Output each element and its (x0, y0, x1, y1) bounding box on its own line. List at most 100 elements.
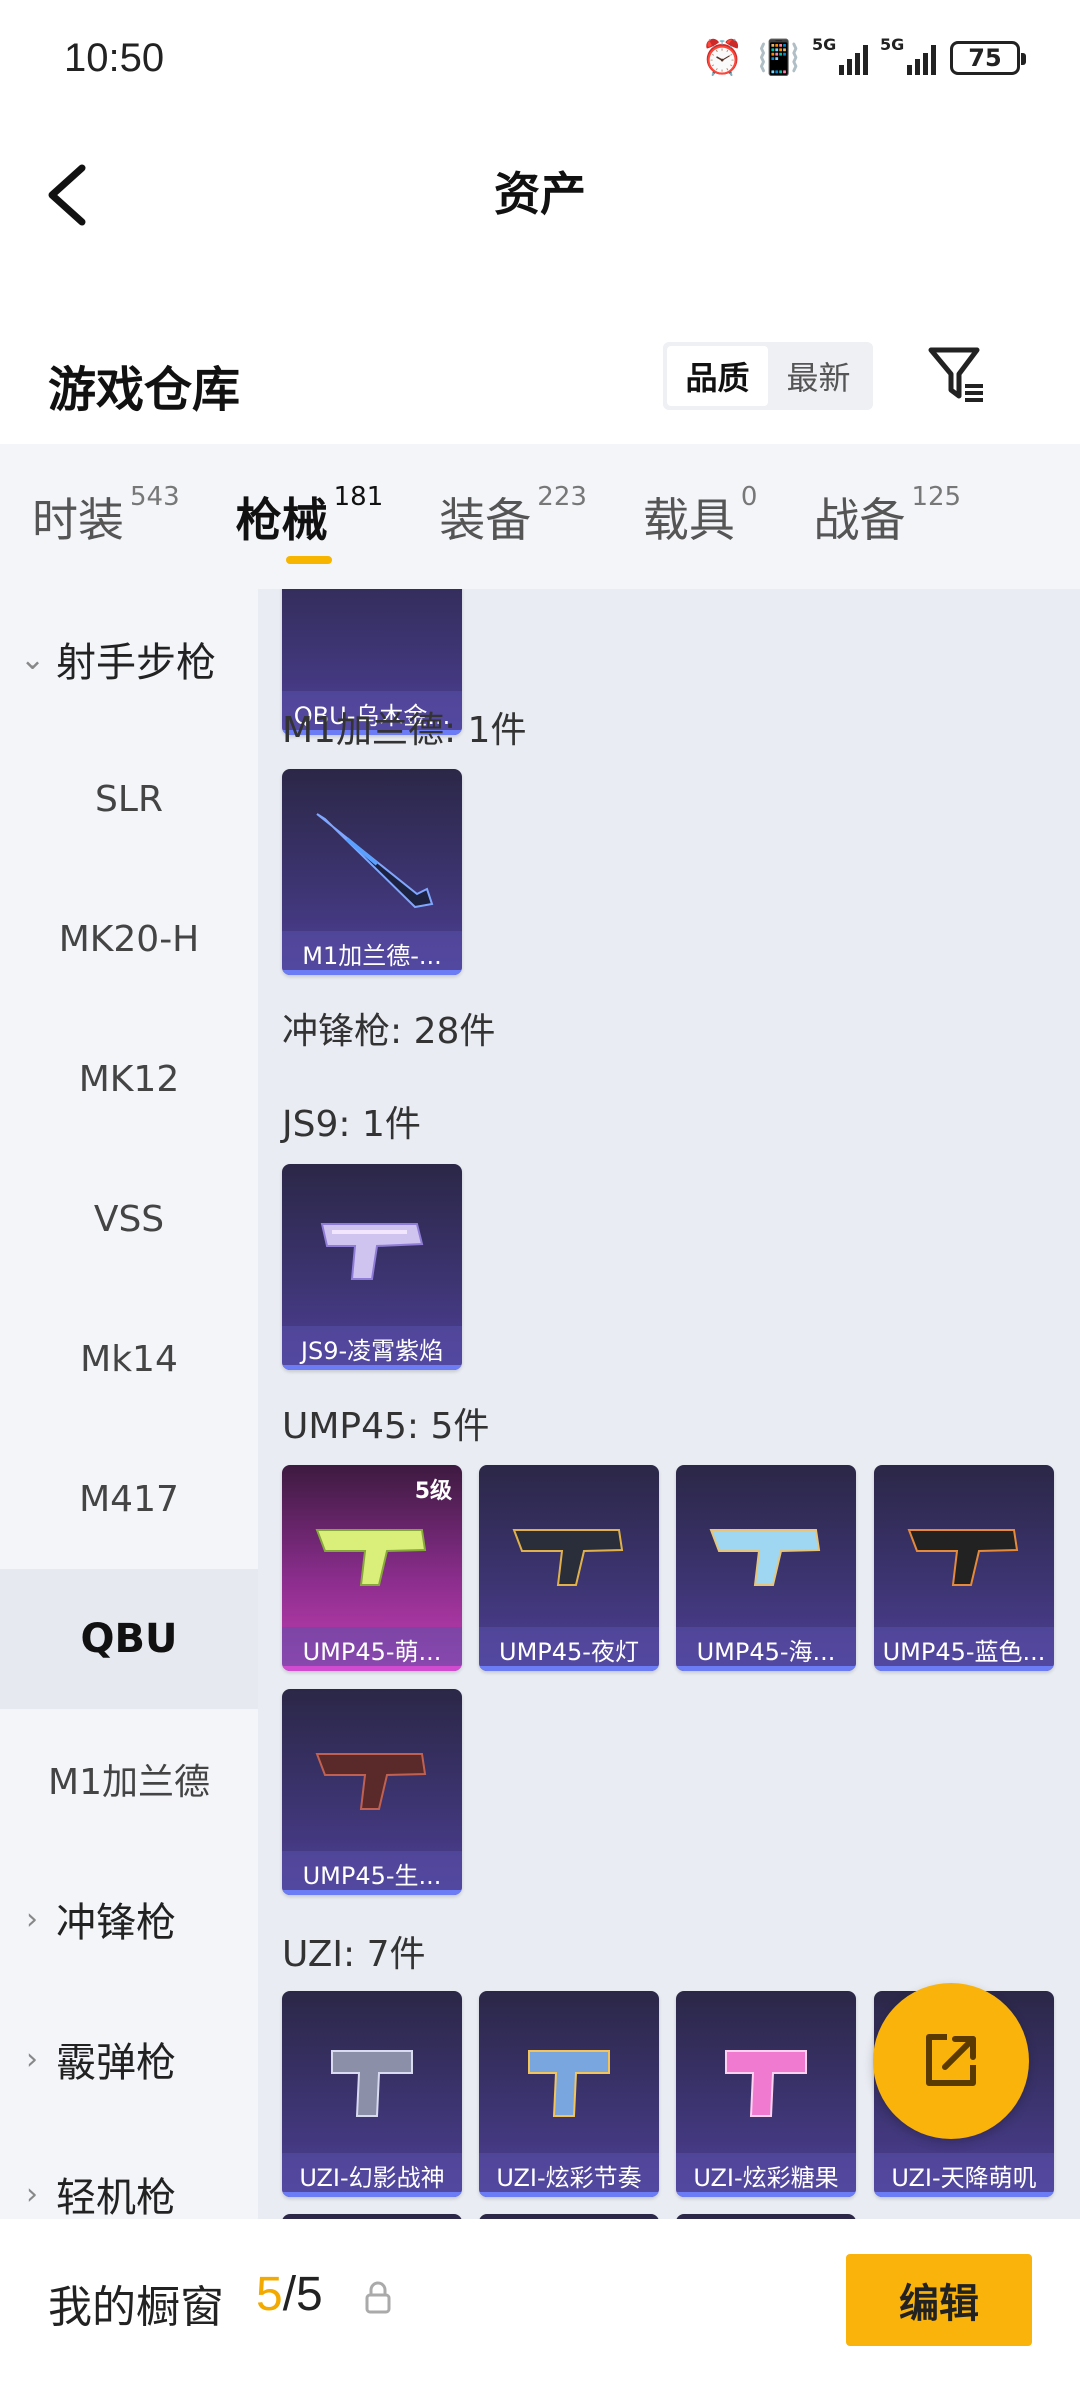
weapon-list: QBU-乌木金... M1加兰德: 1件 M1加兰德-... 冲锋枪: 28件 … (258, 589, 1080, 2219)
rarity-bar (282, 970, 462, 975)
weapon-card-name: UMP45-海... (676, 1627, 856, 1671)
weapon-card-name: UZI-幻影战神 (282, 2153, 462, 2197)
weapon-card-ump45[interactable]: UMP45-海... (676, 1465, 856, 1671)
status-time: 10:50 (64, 36, 165, 80)
tab-count: 181 (333, 482, 384, 512)
signal-icon: 5G (880, 35, 936, 75)
battery-level: 75 (968, 44, 1002, 72)
warehouse-header: 游戏仓库 品质 最新 (0, 320, 1080, 440)
smg-icon (331, 2050, 413, 2117)
smg-icon (512, 1529, 624, 1586)
weapon-card-name: UMP45-萌... (282, 1627, 462, 1671)
weapon-card-ump45[interactable]: UMP45-夜灯 (479, 1465, 659, 1671)
battery-icon: 75 (950, 41, 1026, 75)
active-tab-indicator (285, 556, 332, 564)
category-tabs: 时装 543 枪械 181 装备 223 载具 0 战备 125 (0, 444, 1080, 589)
tab-count: 125 (911, 482, 962, 512)
weapon-card-name: UMP45-生... (282, 1851, 462, 1895)
smg-icon (907, 1529, 1019, 1586)
share-icon (926, 2034, 976, 2086)
sidebar-item-mk12[interactable]: MK12 (0, 1009, 258, 1149)
showcase-label: 我的橱窗 (48, 2282, 224, 2333)
sidebar-item-m1-garand[interactable]: M1加兰德 (0, 1709, 258, 1849)
sidebar-item-mk14[interactable]: Mk14 (0, 1289, 258, 1429)
chevron-right-icon: › (26, 2176, 38, 2212)
weapon-card-uzi[interactable]: UZI-炫彩糖果 (676, 1991, 856, 2197)
tab-label: 战备 (813, 493, 906, 547)
sidebar-item-slr[interactable]: SLR (0, 729, 258, 869)
tab-label: 时装 (32, 493, 124, 547)
weapon-card-name: UMP45-夜灯 (479, 1627, 659, 1671)
sidebar-group-label: 霰弹枪 (56, 2040, 176, 2086)
tab-firearms[interactable]: 枪械 181 (235, 482, 384, 564)
tab-supplies[interactable]: 战备 125 (813, 482, 962, 550)
sidebar-group-label: 射手步枪 (56, 640, 216, 686)
weapon-card-ump45[interactable]: 5级 UMP45-萌... (282, 1465, 462, 1671)
chevron-right-icon: › (26, 2041, 38, 2077)
showcase-total: /5 (282, 2268, 323, 2321)
weapon-card-uzi[interactable]: UZI-幻影战神 (282, 1991, 462, 2197)
sidebar-group-label: 轻机枪 (56, 2175, 176, 2219)
lock-icon (365, 2281, 391, 2314)
sidebar-item-m417[interactable]: M417 (0, 1429, 258, 1569)
tab-count: 223 (537, 482, 587, 512)
sort-newest-option[interactable]: 最新 (768, 346, 869, 406)
status-bar: 10:50 ⏰ 📳 5G 5G 75 (0, 0, 1080, 120)
sidebar-item-mk20h[interactable]: MK20-H (0, 869, 258, 1009)
tab-fashion[interactable]: 时装 543 (32, 482, 180, 550)
weapon-card-name: UZI-天降萌叽 (874, 2153, 1054, 2197)
tab-equipment[interactable]: 装备 223 (439, 482, 587, 550)
rarity-bar (676, 2192, 856, 2197)
alarm-icon: ⏰ (701, 38, 744, 78)
weapon-card-ump45[interactable]: UMP45-生... (282, 1689, 462, 1895)
sidebar-group-smg[interactable]: › 冲锋枪 (0, 1849, 258, 1989)
weapon-card-ump45[interactable]: UMP45-蓝色... (874, 1465, 1054, 1671)
smg-icon (709, 1529, 821, 1586)
group-label-ump45: UMP45: 5件 (282, 1406, 490, 1447)
showcase-current: 5 (256, 2268, 283, 2321)
weapon-card-m1[interactable]: M1加兰德-... (282, 769, 462, 975)
weapon-card-name: UMP45-蓝色... (874, 1627, 1054, 1671)
group-label-smg: 冲锋枪: 28件 (282, 1011, 496, 1052)
weapon-card-js9[interactable]: JS9-凌霄紫焰 (282, 1164, 462, 1370)
filter-button[interactable] (925, 342, 989, 406)
weapon-card-uzi[interactable]: UZI-炫彩节奏 (479, 1991, 659, 2197)
group-label-js9: JS9: 1件 (282, 1104, 421, 1145)
weapon-category-sidebar: ⌄ 射手步枪 SLR MK20-H MK12 VSS Mk14 M417 QBU… (0, 589, 258, 2219)
sort-quality-option[interactable]: 品质 (667, 346, 768, 406)
tab-label: 枪械 (235, 493, 328, 547)
smg-icon (725, 2050, 807, 2117)
sidebar-group-shotgun[interactable]: › 霰弹枪 (0, 1989, 258, 2129)
edit-button[interactable]: 编辑 (846, 2254, 1032, 2346)
tab-label: 装备 (439, 493, 532, 547)
smg-icon (315, 1529, 427, 1586)
tab-label: 载具 (642, 493, 735, 547)
tab-vehicles[interactable]: 载具 0 (642, 482, 758, 550)
tab-count: 0 (740, 482, 758, 512)
weapon-card-name: UZI-炫彩糖果 (676, 2153, 856, 2197)
sidebar-group-marksman-rifle[interactable]: ⌄ 射手步枪 (0, 589, 258, 729)
sidebar-group-lmg[interactable]: › 轻机枪 (0, 2124, 258, 2219)
showcase-count: 5/5 (256, 2267, 323, 2322)
rarity-bar (874, 1666, 1054, 1671)
sidebar-item-vss[interactable]: VSS (0, 1149, 258, 1289)
tab-count: 543 (130, 482, 180, 512)
rarity-bar (874, 2192, 1054, 2197)
rarity-bar (479, 1666, 659, 1671)
sidebar-item-qbu[interactable]: QBU (0, 1569, 258, 1709)
sort-toggle: 品质 最新 (663, 342, 873, 410)
sidebar-group-label: 冲锋枪 (56, 1900, 176, 1946)
smg-icon (528, 2050, 610, 2117)
status-icons: ⏰ 📳 5G 5G 75 (701, 35, 1026, 78)
rarity-bar (282, 1890, 462, 1895)
smg-icon (320, 1223, 424, 1280)
vibrate-icon: 📳 (757, 38, 800, 78)
group-label-m1: M1加兰德: 1件 (282, 710, 527, 751)
page-title: 资产 (494, 167, 586, 221)
rarity-bar (282, 1365, 462, 1370)
signal-icon: 5G (812, 35, 868, 75)
share-button[interactable] (873, 1983, 1029, 2139)
rarity-bar (479, 2192, 659, 2197)
network-label: 5G (880, 35, 905, 54)
showcase-bar: 我的橱窗 5/5 编辑 (0, 2219, 1080, 2382)
